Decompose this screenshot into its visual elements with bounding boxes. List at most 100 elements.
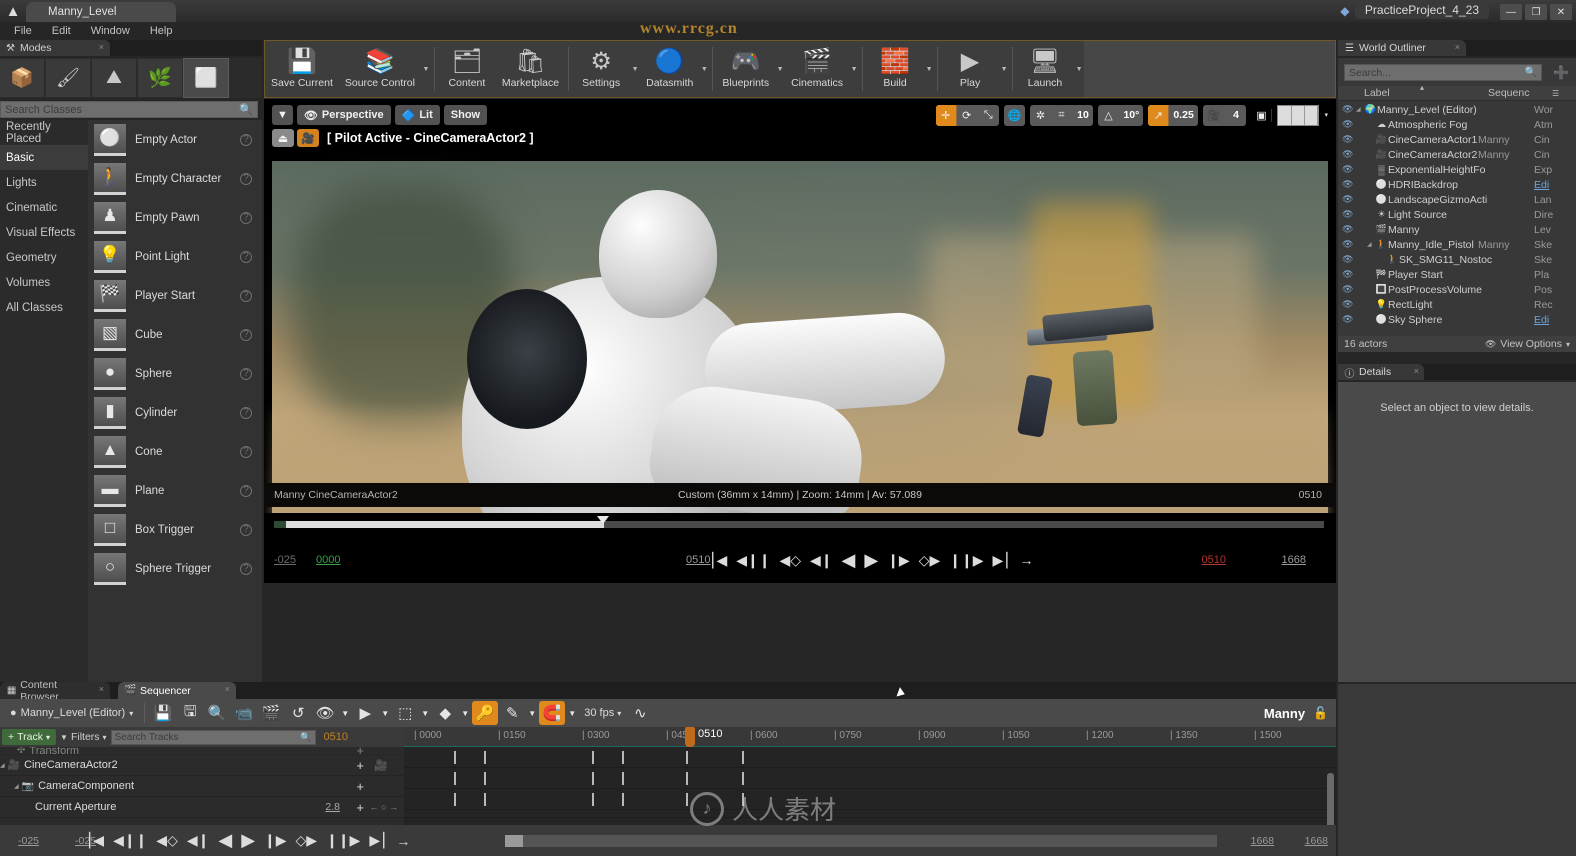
step-back-button[interactable]: ◀❙ <box>810 552 833 569</box>
placement-item[interactable]: ⚪ Empty Actor? <box>88 120 262 159</box>
toolbar-marketplace-button[interactable]: 🛍 Marketplace <box>496 41 565 97</box>
sequencer-close-icon[interactable]: × <box>225 684 230 694</box>
transport-end-range[interactable]: 1668 <box>1272 554 1316 566</box>
placement-category-volumes[interactable]: Volumes <box>0 270 88 295</box>
add-key-button[interactable]: + <box>356 800 364 815</box>
grid-snap-icon[interactable]: ⌗ <box>1051 104 1073 126</box>
geometry-edit-mode-button[interactable]: ⬜ <box>183 58 229 98</box>
sequencer-track-row[interactable]: ◢ 🎥 CineCameraActor2 + 🎥 <box>0 755 404 776</box>
help-icon[interactable]: ? <box>240 328 252 341</box>
expand-arrow-icon[interactable]: ◢ <box>14 783 19 790</box>
chevron-down-icon[interactable]: ▾ <box>1566 340 1570 349</box>
play-reverse-button[interactable]: ◀ <box>842 550 856 571</box>
play-forward-button[interactable]: ▶ <box>864 550 878 571</box>
help-icon[interactable]: ? <box>240 367 252 380</box>
toolbar-launch-button[interactable]: 🖥 Launch <box>1016 41 1074 97</box>
viewport-show-button[interactable]: Show <box>443 105 488 125</box>
search-tracks-input[interactable]: Search Tracks 🔍 <box>110 729 316 745</box>
selection-range-button-caret-icon[interactable]: ▼ <box>419 701 431 725</box>
rotate-tool-icon[interactable]: ⟳ <box>957 104 978 126</box>
toolbar-blueprints-button[interactable]: 🎮 Blueprints <box>716 41 775 97</box>
visibility-eye-icon[interactable]: 👁 <box>1342 194 1356 205</box>
track-keyframe[interactable] <box>622 793 624 806</box>
transport-start-range[interactable]: -025 <box>264 554 306 566</box>
angle-snap-value[interactable]: 10° <box>1119 105 1143 126</box>
sequencer-play-reverse-button[interactable]: ◀ <box>218 830 232 851</box>
track-value[interactable]: 2.8 <box>325 801 340 813</box>
undo-button[interactable]: ↺ <box>285 701 311 725</box>
scale-snap-value[interactable]: 0.25 <box>1169 105 1197 126</box>
sequencer-next-key-button[interactable]: ◇▶ <box>296 832 318 849</box>
outliner-row[interactable]: 👁 💡 RectLight Rec <box>1338 297 1576 312</box>
details-close-icon[interactable]: × <box>1414 366 1419 376</box>
tab-content-browser[interactable]: ▦ Content Browser × <box>0 679 110 703</box>
actions-button[interactable]: 👁 <box>312 701 338 725</box>
placement-item[interactable]: ▬ Plane? <box>88 471 262 510</box>
menu-file[interactable]: File <box>4 22 42 40</box>
camera-cut-icon[interactable]: 🎥 <box>374 759 388 772</box>
outliner-row[interactable]: 👁 🔳 PostProcessVolume Pos <box>1338 282 1576 297</box>
toolbar-settings-caret-icon[interactable]: ▼ <box>630 41 640 97</box>
toolbar-build-button[interactable]: 🧱 Build <box>866 41 924 97</box>
sequencer-step-back-button[interactable]: ◀❙ <box>187 832 210 849</box>
eject-pilot-button[interactable]: ⏏ <box>272 129 294 147</box>
placement-category-basic[interactable]: Basic <box>0 145 88 170</box>
key-interpolation-button[interactable]: ◆ <box>432 701 458 725</box>
placement-item[interactable]: ▲ Cone? <box>88 432 262 471</box>
outliner-row[interactable]: 👁 ◢ 🌍 Manny_Level (Editor) Wor <box>1338 102 1576 117</box>
select-move-tool-icon[interactable]: ✛ <box>935 104 957 126</box>
placement-category-cinematic[interactable]: Cinematic <box>0 195 88 220</box>
auto-key-button[interactable]: 🔑 <box>472 701 499 725</box>
sequencer-step-back-frames-button[interactable]: ◀❙❙ <box>113 832 147 849</box>
viewport-viewmode-button[interactable]: 🔷 Lit <box>394 105 440 125</box>
grid-snap-value[interactable]: 10 <box>1072 105 1093 126</box>
expand-arrow-icon[interactable]: ◢ <box>1367 241 1375 248</box>
curve-editor-button[interactable]: ∿ <box>627 701 653 725</box>
sequencer-previous-key-button[interactable]: ◀◇ <box>156 832 178 849</box>
help-icon[interactable]: ? <box>240 484 252 497</box>
sequencer-jump-to-start-button[interactable]: ⎮◀ <box>86 832 104 849</box>
placement-item[interactable]: □ Box Trigger? <box>88 510 262 549</box>
foliage-mode-button[interactable]: 🌿 <box>138 59 182 97</box>
help-icon[interactable]: ? <box>240 445 252 458</box>
playback-options-button-caret-icon[interactable]: ▼ <box>379 701 391 725</box>
placement-item[interactable]: 🚶 Empty Character? <box>88 159 262 198</box>
toolbar-cinematics-button[interactable]: 🎬 Cinematics <box>785 41 849 97</box>
viewport-perspective-button[interactable]: 👁 Perspective <box>296 105 391 125</box>
visibility-eye-icon[interactable]: 👁 <box>1342 104 1356 115</box>
column-label[interactable]: Label <box>1338 87 1390 99</box>
toolbar-content-button[interactable]: 🗂 Content <box>438 41 496 97</box>
surface-snap-icon[interactable]: ✲ <box>1030 104 1052 126</box>
close-button[interactable]: ✕ <box>1550 4 1572 20</box>
toolbar-datasmith-caret-icon[interactable]: ▼ <box>699 41 709 97</box>
previous-key-button[interactable]: ◀◇ <box>779 552 801 569</box>
visibility-eye-icon[interactable]: 👁 <box>1342 224 1356 235</box>
lock-icon[interactable]: 🔓 <box>1313 706 1336 720</box>
document-tab[interactable]: Manny_Level <box>26 2 176 22</box>
paint-mode-button[interactable]: 🖌 <box>46 59 90 97</box>
sequencer-track-row[interactable]: ◢ 📷 CameraComponent + <box>0 776 404 797</box>
sequencer-level-selector[interactable]: ● Manny_Level (Editor) ▾ <box>4 707 139 719</box>
sequencer-track-lane[interactable] <box>404 747 1336 768</box>
expand-arrow-icon[interactable]: ◢ <box>1356 106 1364 113</box>
maximize-button[interactable]: ❐ <box>1525 4 1547 20</box>
outliner-row[interactable]: 👁 ⚪ Sky Sphere Edi <box>1338 312 1576 327</box>
outliner-row[interactable]: 👁 🏁 Player Start Pla <box>1338 267 1576 282</box>
placement-item[interactable]: ▮ Cylinder? <box>88 393 262 432</box>
save-as-button[interactable]: 🖫 <box>177 701 203 725</box>
camera-speed-value[interactable]: 4 <box>1225 105 1246 126</box>
camera-speed-icon[interactable]: 🎥 <box>1203 104 1226 126</box>
angle-snap-icon[interactable]: △ <box>1098 104 1120 126</box>
help-icon[interactable]: ? <box>240 289 252 302</box>
visibility-eye-icon[interactable]: 👁 <box>1342 284 1356 295</box>
placement-item[interactable]: ▧ Cube? <box>88 315 262 354</box>
scale-tool-icon[interactable]: ⤡ <box>978 105 999 126</box>
visibility-eye-icon[interactable]: 👁 <box>1342 209 1356 220</box>
viewport-scrub-bar[interactable] <box>264 513 1336 537</box>
help-icon[interactable]: ? <box>240 406 252 419</box>
curve-edit-button-caret-icon[interactable]: ▼ <box>526 701 538 725</box>
track-keyframe[interactable] <box>484 751 486 764</box>
level-viewport[interactable]: ▼ 👁 Perspective 🔷 Lit Show ⏏ 🎥 [ Pilot A… <box>264 99 1336 583</box>
outliner-row[interactable]: 👁 ☀ Light Source Dire <box>1338 207 1576 222</box>
track-keyframe[interactable] <box>484 793 486 806</box>
